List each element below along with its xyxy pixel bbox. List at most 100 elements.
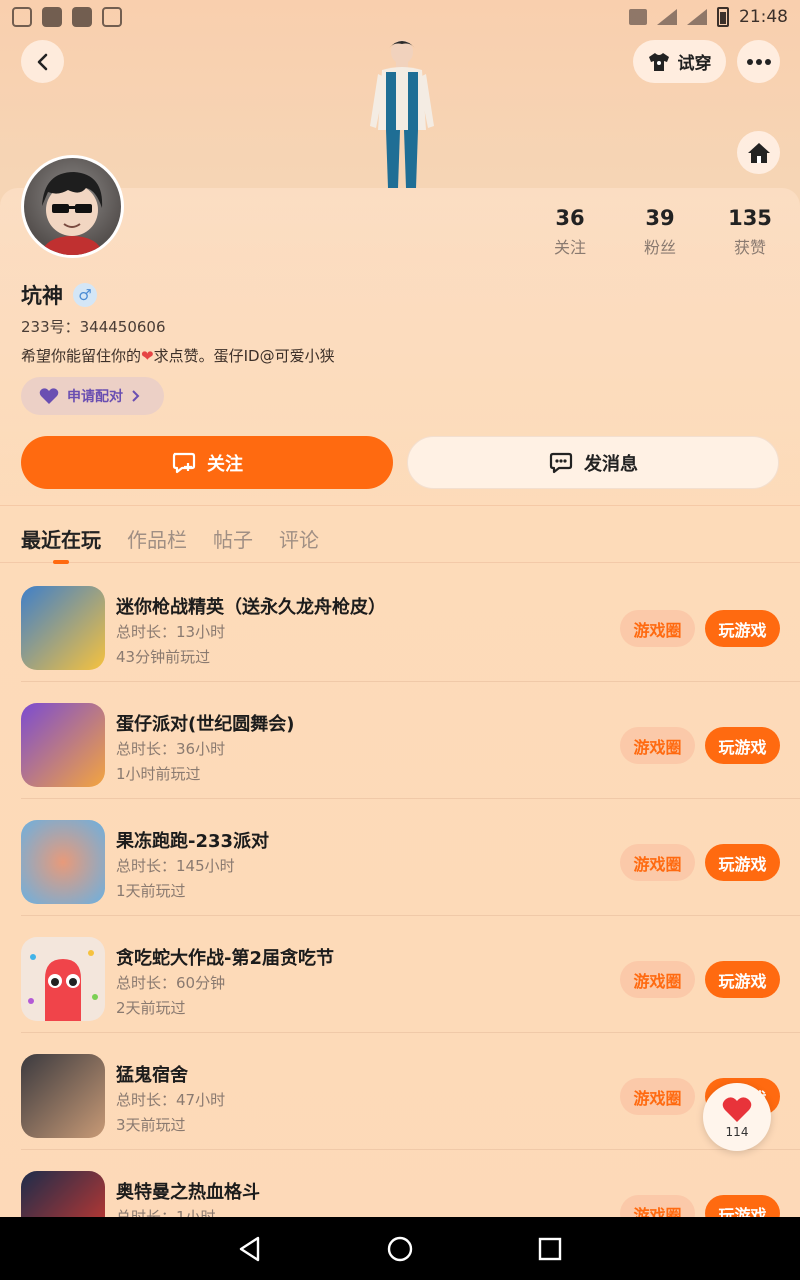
nav-back-button[interactable] [235, 1234, 265, 1264]
game-duration: 总时长：13小时 [116, 623, 226, 641]
wifi-icon [657, 9, 677, 25]
more-dots-icon [746, 58, 771, 65]
game-circle-button[interactable]: 游戏圈 [620, 961, 695, 998]
game-icon [21, 820, 105, 904]
bio-text-before: 希望你能留住你的 [21, 347, 142, 365]
like-count: 114 [725, 1124, 749, 1139]
home-circle-icon [387, 1236, 413, 1261]
shirt-icon [648, 52, 669, 71]
try-on-label: 试穿 [677, 54, 712, 74]
username: 坑神 [21, 284, 63, 308]
system-nav-bar [0, 1217, 800, 1280]
status-bar: 21:48 [0, 0, 800, 34]
game-duration: 总时长：36小时 [116, 740, 226, 758]
try-on-button[interactable]: 试穿 [633, 40, 726, 83]
send-message-label: 发消息 [584, 453, 638, 475]
user-id: 233号：344450606 [21, 318, 166, 336]
request-pair-button[interactable]: 申请配对 [21, 377, 164, 415]
play-game-button[interactable]: 玩游戏 [705, 961, 780, 998]
game-title: 贪吃蛇大作战-第2届贪吃节 [116, 948, 334, 969]
game-last-played: 43分钟前玩过 [116, 648, 211, 666]
stat-likes[interactable]: 135 获赞 [710, 206, 790, 258]
avatar[interactable] [21, 155, 124, 258]
list-item[interactable]: 贪吃蛇大作战-第2届贪吃节 总时长：60分钟 2天前玩过 游戏圈 玩游戏 [21, 916, 800, 1033]
add-friend-icon [172, 452, 196, 473]
game-title: 猛鬼宿舍 [116, 1065, 188, 1086]
game-circle-button[interactable]: 游戏圈 [620, 844, 695, 881]
chevron-right-icon [132, 390, 140, 402]
stat-following[interactable]: 36 关注 [530, 206, 610, 258]
game-circle-button[interactable]: 游戏圈 [620, 1078, 695, 1115]
heart-icon [722, 1096, 752, 1122]
username-row: 坑神 ♂ [21, 280, 97, 310]
activity-icon [102, 7, 122, 27]
cast-icon [629, 9, 647, 25]
request-pair-label: 申请配对 [67, 389, 123, 405]
list-item[interactable]: 蛋仔派对(世纪圆舞会) 总时长：36小时 1小时前玩过 游戏圈 玩游戏 [21, 682, 800, 799]
tab-comments[interactable]: 评论 [279, 524, 319, 553]
tab-works[interactable]: 作品栏 [127, 524, 187, 553]
send-message-button[interactable]: 发消息 [407, 436, 779, 489]
game-circle-button[interactable]: 游戏圈 [620, 610, 695, 647]
more-options-button[interactable] [737, 40, 780, 83]
snake-game-art [28, 950, 98, 1021]
tab-recently-played[interactable]: 最近在玩 [21, 524, 101, 553]
nav-recents-button[interactable] [535, 1234, 565, 1264]
stat-likes-count: 135 [728, 206, 772, 230]
avatar-face-image [40, 172, 104, 255]
game-icon [21, 1054, 105, 1138]
gallery-icon [12, 7, 32, 27]
heart-emoji-icon: ❤ [141, 347, 154, 365]
game-last-played: 2天前玩过 [116, 999, 186, 1017]
stat-followers-count: 39 [645, 206, 675, 230]
chat-bubble-icon [549, 452, 573, 473]
stat-followers-label: 粉丝 [643, 238, 676, 257]
game-last-played: 3天前玩过 [116, 1116, 186, 1134]
profile-tabs: 最近在玩 作品栏 帖子 评论 [0, 505, 800, 564]
recents-square-icon [538, 1237, 562, 1260]
game-last-played: 1小时前玩过 [116, 765, 201, 783]
game-duration: 总时长：47小时 [116, 1091, 226, 1109]
app-notification-icon [72, 7, 92, 27]
game-icon [21, 703, 105, 787]
back-button[interactable] [21, 40, 64, 83]
stat-followers[interactable]: 39 粉丝 [620, 206, 700, 258]
tab-posts[interactable]: 帖子 [213, 524, 253, 553]
play-game-button[interactable]: 玩游戏 [705, 610, 780, 647]
stat-following-count: 36 [555, 206, 585, 230]
follow-button[interactable]: 关注 [21, 436, 393, 489]
app-notification-icon [42, 7, 62, 27]
nav-home-button[interactable] [385, 1234, 415, 1264]
stat-following-label: 关注 [553, 238, 586, 257]
game-icon [21, 937, 105, 1021]
back-arrow-icon [37, 53, 47, 70]
game-duration: 总时长：60分钟 [116, 974, 226, 992]
status-time: 21:48 [739, 7, 788, 27]
signal-icon [687, 9, 707, 25]
game-title: 蛋仔派对(世纪圆舞会) [116, 714, 295, 735]
list-item[interactable]: 猛鬼宿舍 总时长：47小时 3天前玩过 游戏圈 玩游戏 [21, 1033, 800, 1150]
stat-likes-label: 获赞 [733, 238, 766, 257]
home-button[interactable] [737, 131, 780, 174]
battery-icon [717, 7, 729, 27]
avatar-character-model [370, 40, 434, 188]
game-title: 果冻跑跑-233派对 [116, 831, 270, 852]
game-title: 奥特曼之热血格斗 [116, 1182, 260, 1203]
game-title: 迷你枪战精英（送永久龙舟枪皮） [116, 597, 386, 618]
game-circle-button[interactable]: 游戏圈 [620, 727, 695, 764]
active-tab-indicator [53, 560, 69, 564]
floating-like-button[interactable]: 114 [703, 1083, 771, 1151]
play-game-button[interactable]: 玩游戏 [705, 844, 780, 881]
game-icon [21, 586, 105, 670]
list-item[interactable]: 果冻跑跑-233派对 总时长：145小时 1天前玩过 游戏圈 玩游戏 [21, 799, 800, 916]
game-duration: 总时长：145小时 [116, 857, 235, 875]
profile-screen: 21:48 试穿 36 关注 39 粉丝 135 获赞 坑神 ♂ 233号：34… [0, 0, 800, 1280]
play-game-button[interactable]: 玩游戏 [705, 727, 780, 764]
game-last-played: 1天前玩过 [116, 882, 186, 900]
follow-label: 关注 [207, 453, 243, 475]
home-icon [747, 142, 770, 163]
back-triangle-icon [239, 1236, 260, 1261]
purple-heart-icon [39, 388, 59, 404]
gender-male-icon: ♂ [73, 283, 97, 307]
list-item[interactable]: 迷你枪战精英（送永久龙舟枪皮） 总时长：13小时 43分钟前玩过 游戏圈 玩游戏 [21, 565, 800, 682]
